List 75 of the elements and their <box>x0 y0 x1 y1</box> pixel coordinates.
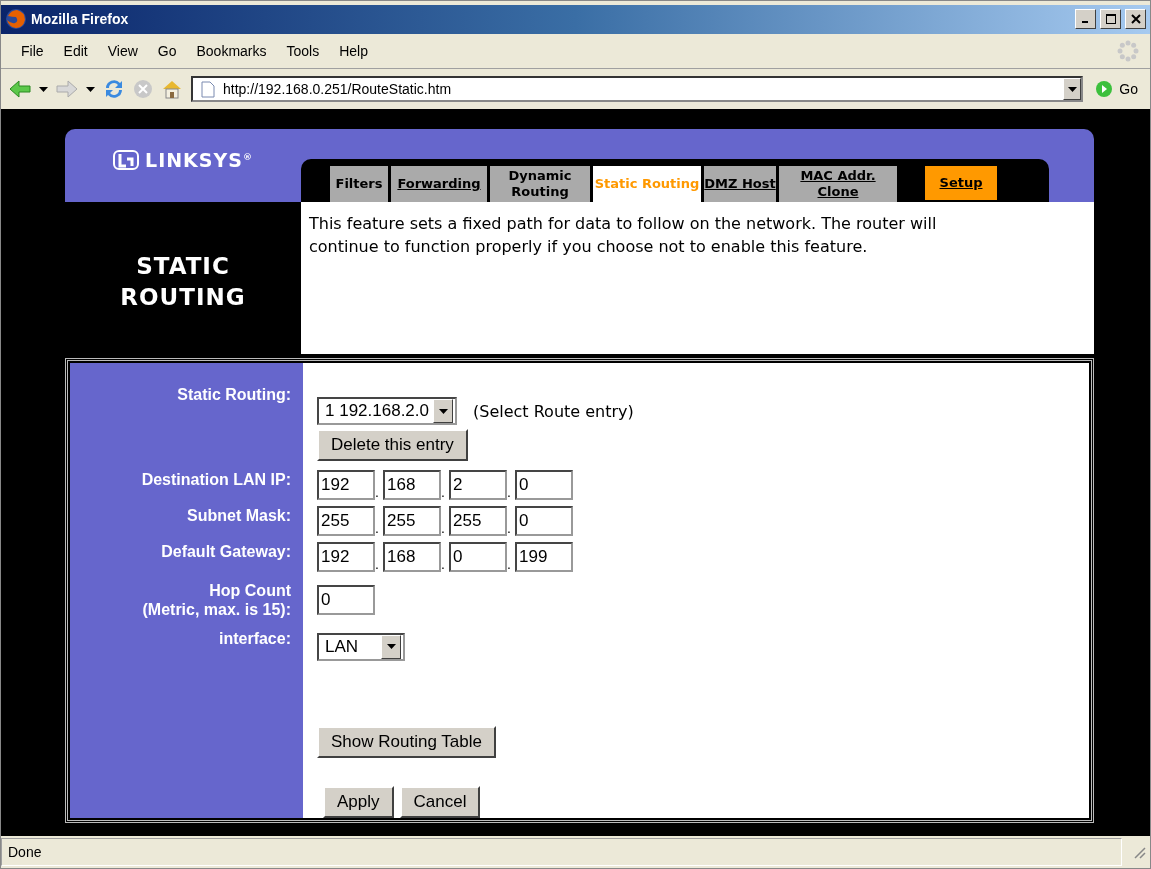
reload-icon[interactable] <box>103 78 125 101</box>
delete-entry-button[interactable]: Delete this entry <box>317 429 468 462</box>
close-button[interactable] <box>1125 9 1146 30</box>
ip-octet-field[interactable]: 192 <box>317 542 375 573</box>
menu-item[interactable]: Help <box>329 42 378 59</box>
menu-item[interactable]: Edit <box>53 42 98 59</box>
menu-item[interactable]: Go <box>147 42 187 59</box>
ip-octet-field[interactable]: 0 <box>515 506 573 537</box>
action-button[interactable]: Cancel <box>399 785 481 818</box>
field-label: interface: <box>217 628 292 649</box>
caret-icon <box>86 86 95 92</box>
address-dropdown-button[interactable] <box>1063 78 1082 101</box>
hop-count-field[interactable]: 0 <box>317 585 375 616</box>
ip-octet-field[interactable]: 168 <box>383 542 441 573</box>
dot-separator: . <box>375 520 380 537</box>
nav-tab[interactable]: Forwarding <box>391 166 487 203</box>
ip-octet-field[interactable]: 255 <box>383 506 441 537</box>
close-icon <box>1130 14 1141 25</box>
dot-separator: . <box>375 556 380 573</box>
nav-tab[interactable]: Setup <box>925 166 997 201</box>
dot-separator: . <box>441 556 446 573</box>
resize-grip-icon[interactable] <box>1132 844 1146 859</box>
ip-octet-field[interactable]: 199 <box>515 542 573 573</box>
ip-octet-field[interactable]: 2 <box>449 470 507 501</box>
field-label: Hop Count (Metric, max. is 15): <box>141 581 292 621</box>
caret-icon <box>386 644 396 650</box>
field-label: Destination LAN IP: <box>140 470 292 491</box>
address-field[interactable]: http://192.168.0.251/RouteStatic.htm <box>191 76 1084 103</box>
field-label: Static Routing: <box>176 385 292 406</box>
dot-separator: . <box>441 484 446 501</box>
ip-octet-field[interactable]: 255 <box>317 506 375 537</box>
dot-separator: . <box>507 484 512 501</box>
menu-item[interactable]: View <box>97 42 148 59</box>
caret-icon <box>1067 86 1077 92</box>
back-arrow-icon[interactable] <box>9 79 31 100</box>
throbber-icon <box>1116 38 1140 63</box>
nav-tab[interactable]: DMZ Host <box>704 166 776 203</box>
interface-select[interactable]: LAN <box>317 632 405 661</box>
ip-octet-field[interactable]: 255 <box>449 506 507 537</box>
dot-separator: . <box>375 484 380 501</box>
description-text: This feature sets a fixed path for data to follow on the network. The router will continue to function properly if you choose not to enable this feature. <box>301 202 1094 355</box>
menu-item[interactable]: Tools <box>276 42 330 59</box>
section-title: STATIC ROUTING <box>119 252 247 313</box>
route-select[interactable]: 1 192.168.2.0 <box>317 397 457 426</box>
menu-item[interactable]: File <box>11 42 54 59</box>
action-button[interactable]: Apply <box>323 785 394 818</box>
select-hint: (Select Route entry) <box>473 401 634 421</box>
ip-octet-field[interactable]: 0 <box>515 470 573 501</box>
dot-separator: . <box>507 556 512 573</box>
show-routing-table-button[interactable]: Show Routing Table <box>317 725 496 758</box>
maximize-icon <box>1105 14 1116 25</box>
firefox-logo-icon <box>5 8 27 31</box>
home-icon[interactable] <box>161 78 183 101</box>
dot-separator: . <box>507 520 512 537</box>
ip-octet-field[interactable]: 168 <box>383 470 441 501</box>
caret-icon <box>438 408 448 414</box>
field-label: Default Gateway: <box>160 542 292 563</box>
ip-octet-field[interactable]: 192 <box>317 470 375 501</box>
ip-octet-field[interactable]: 0 <box>449 542 507 573</box>
nav-tab[interactable]: Filters <box>330 166 388 203</box>
field-label: Subnet Mask: <box>186 506 292 527</box>
go-button[interactable]: Go <box>1091 80 1142 99</box>
brand-name: LINKSYS$^{®}$ <box>145 148 253 171</box>
page-icon <box>201 80 215 98</box>
linksys-logo-icon <box>113 149 140 170</box>
go-icon <box>1095 80 1114 99</box>
menu-item[interactable]: Bookmarks <box>186 42 277 59</box>
minimize-button[interactable] <box>1075 9 1096 30</box>
window-title: Mozilla Firefox <box>31 11 130 28</box>
dot-separator: . <box>441 520 446 537</box>
caret-icon <box>39 86 48 92</box>
nav-tab[interactable]: MAC Addr. Clone <box>779 166 897 203</box>
status-text: Done <box>1 837 1122 866</box>
maximize-button[interactable] <box>1100 9 1121 30</box>
nav-tab[interactable]: Dynamic Routing <box>490 166 590 203</box>
